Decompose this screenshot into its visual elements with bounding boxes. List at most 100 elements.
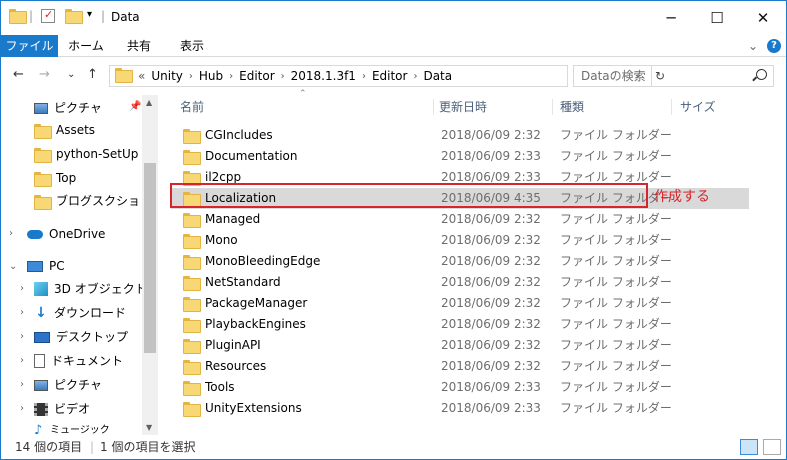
status-bar: 14 個の項目 | 1 個の項目を選択 <box>1 435 786 459</box>
nav-item-desktop[interactable]: デスクトップ <box>34 326 128 348</box>
nav-item-blog-screenshots[interactable]: ブログスクショ <box>34 190 140 212</box>
minimize-button[interactable]: ─ <box>648 1 694 35</box>
folder-icon <box>34 194 52 210</box>
computer-icon <box>27 260 43 272</box>
tab-home[interactable]: ホーム <box>63 35 109 57</box>
nav-pane-scrollbar[interactable]: ▲ ▼ <box>142 95 158 435</box>
file-name: PluginAPI <box>183 335 261 356</box>
tab-share[interactable]: 共有 <box>116 35 162 57</box>
nav-item-downloads[interactable]: ↓ ダウンロード <box>34 302 126 324</box>
expand-chevron-icon[interactable]: › <box>20 283 24 294</box>
large-icons-view-button[interactable] <box>763 439 781 455</box>
breadcrumb-unity[interactable]: Unity <box>151 69 183 83</box>
properties-icon[interactable]: ✓ <box>41 8 55 23</box>
search-icon <box>756 69 767 80</box>
table-row[interactable]: CGIncludes 2018/06/09 2:32 ファイル フォルダー <box>171 125 749 146</box>
scrollbar-thumb[interactable] <box>144 163 156 353</box>
search-input[interactable]: Dataの検索 <box>573 65 774 87</box>
table-row[interactable]: PluginAPI 2018/06/09 2:32 ファイル フォルダー <box>171 335 749 356</box>
recent-locations-button[interactable]: ⌄ <box>67 69 75 80</box>
column-header-type[interactable]: 種類 <box>560 97 584 117</box>
file-date: 2018/06/09 2:32 <box>441 128 541 142</box>
breadcrumb-version[interactable]: 2018.1.3f1 <box>291 69 356 83</box>
table-row[interactable]: Resources 2018/06/09 2:32 ファイル フォルダー <box>171 356 749 377</box>
table-row[interactable]: NetStandard 2018/06/09 2:32 ファイル フォルダー <box>171 272 749 293</box>
file-type: ファイル フォルダー <box>560 233 672 247</box>
new-folder-icon[interactable] <box>65 9 83 24</box>
back-button[interactable]: ← <box>13 67 24 82</box>
file-date: 2018/06/09 2:33 <box>441 401 541 415</box>
table-row[interactable]: PlaybackEngines 2018/06/09 2:32 ファイル フォルダー <box>171 314 749 335</box>
table-row[interactable]: Mono 2018/06/09 2:32 ファイル フォルダー <box>171 230 749 251</box>
table-row[interactable]: Documentation 2018/06/09 2:33 ファイル フォルダー <box>171 146 749 167</box>
file-date: 2018/06/09 2:32 <box>441 338 541 352</box>
nav-item-python-setup[interactable]: python-SetUp <box>34 143 138 165</box>
file-name: Tools <box>183 377 235 398</box>
file-type: ファイル フォルダー <box>560 149 672 163</box>
desktop-icon <box>34 331 50 343</box>
ribbon-expand-icon[interactable]: ⌄ <box>746 35 760 57</box>
address-row: ← → ⌄ ↑ « Unity › Hub › Editor › 2018.1.… <box>1 57 786 95</box>
nav-item-pictures[interactable]: ピクチャ <box>34 97 102 119</box>
expand-chevron-icon[interactable]: › <box>20 307 24 318</box>
nav-item-assets[interactable]: Assets <box>34 119 95 141</box>
expand-chevron-icon[interactable]: › <box>20 403 24 414</box>
breadcrumb-editor-2[interactable]: Editor <box>372 69 408 83</box>
help-icon[interactable]: ? <box>767 39 781 53</box>
file-type: ファイル フォルダー <box>560 212 672 226</box>
expand-chevron-icon[interactable]: › <box>20 379 24 390</box>
nav-item-top[interactable]: Top <box>34 167 76 189</box>
address-bar[interactable]: « Unity › Hub › Editor › 2018.1.3f1 › Ed… <box>109 65 665 87</box>
breadcrumb-separator-icon[interactable]: › <box>413 71 417 82</box>
breadcrumb-hub[interactable]: Hub <box>199 69 223 83</box>
nav-item-music[interactable]: ♪ ミュージック <box>34 420 110 436</box>
collapse-chevron-icon[interactable]: ⌄ <box>9 261 17 272</box>
breadcrumb-data[interactable]: Data <box>423 69 452 83</box>
table-row[interactable]: Tools 2018/06/09 2:33 ファイル フォルダー <box>171 377 749 398</box>
file-type: ファイル フォルダー <box>560 275 672 289</box>
nav-item-onedrive[interactable]: OneDrive <box>27 223 105 245</box>
table-row[interactable]: UnityExtensions 2018/06/09 2:33 ファイル フォルダー <box>171 398 749 419</box>
highlight-box <box>170 183 648 208</box>
scroll-down-icon[interactable]: ▼ <box>146 423 152 432</box>
scroll-up-icon[interactable]: ▲ <box>146 98 152 107</box>
tab-view[interactable]: 表示 <box>169 35 215 57</box>
folder-icon <box>183 213 201 228</box>
address-overflow-icon[interactable]: « <box>138 69 145 83</box>
file-type: ファイル フォルダー <box>560 128 672 142</box>
nav-item-videos[interactable]: ビデオ <box>34 398 90 420</box>
pin-icon[interactable]: 📌 <box>129 101 141 112</box>
nav-item-pictures-pc[interactable]: ピクチャ <box>34 374 102 396</box>
expand-chevron-icon[interactable]: › <box>20 331 24 342</box>
table-row[interactable]: PackageManager 2018/06/09 2:32 ファイル フォルダー <box>171 293 749 314</box>
breadcrumb-separator-icon[interactable]: › <box>362 71 366 82</box>
breadcrumb-separator-icon[interactable]: › <box>189 71 193 82</box>
folder-icon <box>183 276 201 291</box>
expand-chevron-icon[interactable]: › <box>20 355 24 366</box>
column-header-size[interactable]: サイズ <box>680 97 716 117</box>
table-row[interactable]: Managed 2018/06/09 2:32 ファイル フォルダー <box>171 209 749 230</box>
nav-item-documents[interactable]: ドキュメント <box>34 350 123 372</box>
details-view-button[interactable] <box>740 439 758 455</box>
nav-item-3d-objects[interactable]: 3D オブジェクト <box>34 278 147 300</box>
column-header-date[interactable]: 更新日時 <box>439 97 487 117</box>
explorer-window: | ✓ ▾ | Data ─ ☐ ✕ ファイル ホーム 共有 表示 ⌄ ? ← … <box>0 0 787 460</box>
expand-chevron-icon[interactable]: › <box>9 228 13 239</box>
close-button[interactable]: ✕ <box>740 1 786 35</box>
navigation-pane: ピクチャ 📌 Assets python-SetUp Top ブログスクショ ›… <box>1 95 158 435</box>
table-row[interactable]: MonoBleedingEdge 2018/06/09 2:32 ファイル フォルダ… <box>171 251 749 272</box>
folder-icon <box>34 147 52 163</box>
tab-file[interactable]: ファイル <box>1 35 58 57</box>
breadcrumb-editor[interactable]: Editor <box>239 69 275 83</box>
quick-access-dropdown-icon[interactable]: ▾ <box>87 9 92 20</box>
pictures-icon <box>34 102 48 114</box>
cube-icon <box>34 282 48 296</box>
up-button[interactable]: ↑ <box>87 67 98 82</box>
folder-icon <box>183 402 201 417</box>
forward-button[interactable]: → <box>39 67 50 82</box>
column-header-name[interactable]: 名前 <box>180 97 204 117</box>
maximize-button[interactable]: ☐ <box>694 1 740 35</box>
nav-item-pc[interactable]: PC <box>27 255 65 277</box>
breadcrumb-separator-icon[interactable]: › <box>229 71 233 82</box>
breadcrumb-separator-icon[interactable]: › <box>281 71 285 82</box>
